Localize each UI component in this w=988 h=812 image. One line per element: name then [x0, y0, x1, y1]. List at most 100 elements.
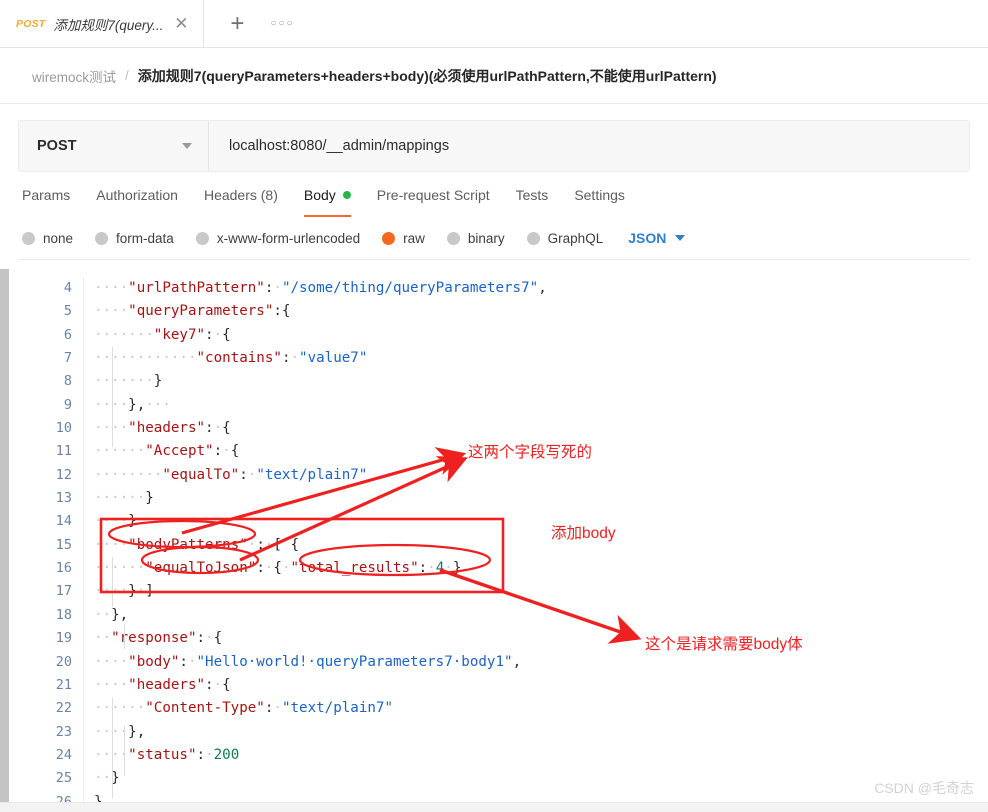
- code-token-p: [ {: [273, 536, 300, 553]
- code-token-p: ,: [538, 280, 547, 296]
- radio-icon: [446, 231, 460, 245]
- body-type-x-www-form-urlencoded[interactable]: x-www-form-urlencoded: [185, 231, 371, 246]
- code-token-dot: ···: [128, 373, 154, 390]
- line-number: 7: [63, 350, 72, 367]
- tab-label: Authorization: [96, 186, 178, 203]
- code-line: ············"contains":·"value7": [94, 347, 988, 370]
- unsaved-indicator-dot: [342, 190, 351, 199]
- code-token-p: {: [222, 326, 231, 343]
- body-type-GraphQL[interactable]: GraphQL: [516, 231, 615, 246]
- code-line: ····"headers":·{: [94, 674, 988, 697]
- line-number: 8: [63, 373, 72, 390]
- code-editor[interactable]: 4567891011121314151617181920212223242526…: [9, 269, 988, 812]
- tab-body[interactable]: Body: [291, 172, 364, 217]
- indent-guide: [124, 624, 125, 649]
- body-type-label: form-data: [116, 230, 174, 246]
- body-format-select[interactable]: JSON: [628, 230, 686, 246]
- http-method-select[interactable]: POST: [19, 121, 209, 171]
- code-token-k: "Accept": [145, 443, 214, 460]
- code-line: ····}·]: [94, 580, 988, 603]
- code-token-p: ]: [145, 583, 154, 600]
- code-line: ··}: [94, 767, 988, 790]
- tab-authorization[interactable]: Authorization: [83, 172, 191, 217]
- code-token-k: "equalToJson": [145, 560, 257, 577]
- code-token-p: :: [205, 676, 214, 693]
- code-token-p: },: [128, 396, 146, 413]
- plus-icon[interactable]: +: [230, 11, 244, 36]
- line-number: 4: [63, 280, 72, 296]
- line-number: 11: [55, 443, 72, 460]
- code-token-s: "Hello·world!·queryParameters7·body1": [196, 653, 513, 670]
- radio-icon: [22, 231, 35, 245]
- watermark: CSDN @毛奇志: [874, 780, 974, 796]
- code-token-p: {: [230, 443, 240, 460]
- vertical-scrollbar[interactable]: [0, 269, 9, 812]
- code-token-p: :: [256, 536, 265, 553]
- body-type-label: GraphQL: [547, 230, 604, 246]
- line-number: 5: [63, 303, 72, 320]
- code-token-dot: ··: [128, 700, 146, 717]
- request-tab-method: POST: [16, 17, 46, 30]
- code-token-dot: ··: [128, 490, 146, 507]
- code-token-dot: ·: [136, 583, 146, 600]
- code-token-n: 200: [213, 746, 240, 763]
- code-token-dot: ····: [94, 490, 129, 507]
- tab-tests[interactable]: Tests: [503, 172, 562, 217]
- code-token-s: "/some/thing/queryParameters7": [281, 280, 539, 296]
- code-token-dot: ···: [128, 326, 154, 343]
- line-number: 22: [55, 700, 72, 717]
- horizontal-scrollbar[interactable]: [0, 802, 988, 812]
- code-token-p: :: [196, 746, 206, 763]
- request-tab[interactable]: POST 添加规则7(query... ✕: [0, 0, 205, 47]
- indent-guide: [112, 557, 113, 607]
- line-number: 12: [55, 466, 72, 483]
- code-token-dot: ·: [213, 676, 223, 693]
- tab-settings[interactable]: Settings: [561, 172, 638, 217]
- more-dots-icon[interactable]: ○○○: [270, 18, 294, 29]
- tab-params[interactable]: Params: [18, 172, 83, 217]
- body-type-form-data[interactable]: form-data: [84, 231, 185, 246]
- code-line: ······}: [94, 487, 988, 510]
- tab-label: Body: [303, 186, 336, 203]
- code-token-k: "equalTo": [162, 466, 240, 483]
- line-number: 19: [55, 630, 72, 647]
- body-type-raw[interactable]: raw: [371, 231, 436, 246]
- body-format-value: JSON: [628, 230, 667, 246]
- code-token-dot: ····: [94, 676, 129, 693]
- code-token-p: }: [128, 513, 137, 530]
- code-token-k: "queryParameters": [128, 303, 274, 320]
- close-icon[interactable]: ✕: [171, 14, 191, 34]
- code-token-s: "value7": [299, 350, 368, 367]
- code-line: ······"Accept":·{: [94, 440, 988, 463]
- breadcrumb: wiremock测试 / 添加规则7(queryParameters+heade…: [0, 48, 988, 104]
- line-number: 24: [55, 746, 72, 763]
- code-token-k: "headers": [128, 420, 206, 437]
- code-token-dot: ·: [213, 326, 223, 343]
- code-content[interactable]: ····"urlPathPattern":·"/some/thing/query…: [84, 277, 988, 812]
- line-number: 21: [55, 676, 72, 693]
- code-token-dot: ··: [128, 443, 146, 460]
- code-line: ··},: [94, 604, 988, 627]
- code-token-p: :: [256, 560, 265, 577]
- code-line: ····},: [94, 721, 988, 744]
- tab-headers[interactable]: Headers (8): [191, 172, 291, 217]
- body-type-none[interactable]: none: [18, 231, 84, 246]
- code-token-p: :: [196, 630, 206, 647]
- url-input[interactable]: localhost:8080/__admin/mappings: [209, 121, 969, 171]
- line-number: 9: [63, 396, 72, 413]
- line-number: 14: [55, 513, 72, 530]
- code-token-s: "text/plain7": [281, 700, 393, 717]
- code-token-k: "contains": [196, 350, 282, 367]
- tab-pre-request-script[interactable]: Pre-request Script: [364, 172, 503, 217]
- chevron-down-icon: [182, 143, 192, 149]
- breadcrumb-separator: /: [125, 68, 129, 83]
- body-type-label: x-www-form-urlencoded: [216, 230, 361, 246]
- code-token-p: :{: [273, 303, 291, 320]
- code-token-p: :: [179, 653, 188, 670]
- line-number: 13: [55, 490, 72, 507]
- request-tab-strip: POST 添加规则7(query... ✕ + ○○○: [0, 0, 988, 48]
- body-editor-region: 4567891011121314151617181920212223242526…: [0, 269, 988, 812]
- code-token-dot: ····: [94, 280, 129, 296]
- body-type-binary[interactable]: binary: [436, 231, 516, 246]
- breadcrumb-root[interactable]: wiremock测试: [32, 66, 116, 86]
